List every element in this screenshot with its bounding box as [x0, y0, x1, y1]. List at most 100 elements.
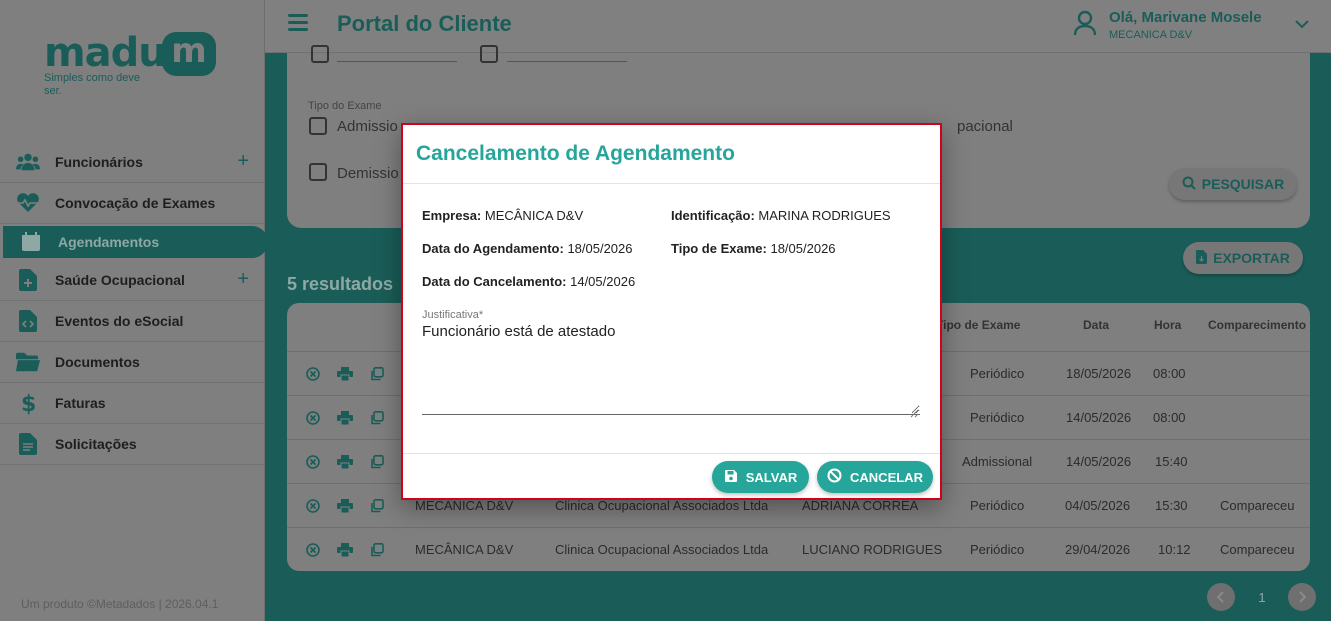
column-header: Tipo de Exame	[936, 318, 1021, 332]
cancel-button[interactable]: CANCELAR	[817, 461, 933, 493]
table-row[interactable]: MECÂNICA D&V Clinica Ocupacional Associa…	[287, 527, 1310, 571]
cancel-appointment-dialog: Cancelamento de Agendamento Empresa: MEC…	[401, 123, 942, 500]
search-icon	[1182, 176, 1196, 193]
menu-icon[interactable]	[288, 14, 308, 35]
copy-icon[interactable]	[367, 409, 386, 426]
cancel-button-label: CANCELAR	[850, 469, 923, 485]
divider	[403, 183, 940, 184]
cell-hora: 08:00	[1153, 366, 1186, 381]
print-icon[interactable]	[335, 541, 354, 558]
cell-comparecimento: Compareceu	[1220, 542, 1295, 557]
cell-tipo: Periódico	[970, 498, 1025, 513]
plus-icon[interactable]: +	[237, 150, 249, 173]
cell-funcionario: ADRIANA CORREA	[802, 498, 919, 513]
checkbox[interactable]	[311, 45, 329, 63]
date-field[interactable]	[507, 53, 627, 62]
cell-clinica: Clinica Ocupacional Associados Ltda	[555, 542, 769, 557]
logo[interactable]: madu m Simples como deve ser.	[44, 30, 216, 97]
print-icon[interactable]	[335, 453, 354, 470]
justification-label: Justificativa*	[422, 309, 484, 321]
export-button[interactable]: EXPORTAR	[1183, 242, 1303, 274]
column-header: Hora	[1154, 318, 1182, 332]
sidebar-item-documentos[interactable]: Documentos	[0, 342, 265, 383]
code-file-icon	[16, 310, 40, 332]
copy-icon[interactable]	[367, 453, 386, 470]
copy-icon[interactable]	[367, 365, 386, 382]
copy-icon[interactable]	[367, 541, 386, 558]
calendar-icon	[19, 231, 43, 253]
logo-tagline: Simples como deve ser.	[44, 72, 140, 97]
logo-word: madu	[44, 30, 167, 76]
resize-handle-icon[interactable]	[910, 405, 919, 423]
page-title: Portal do Cliente	[337, 11, 512, 36]
sidebar: madu m Simples como deve ser. Funcionári…	[0, 0, 268, 621]
sidebar-item-faturas[interactable]: $ Faturas	[0, 383, 265, 424]
pagination-next[interactable]	[1288, 583, 1316, 611]
print-icon[interactable]	[335, 409, 354, 426]
logo-badge: m	[162, 32, 216, 76]
save-icon	[724, 469, 738, 486]
pagination-page[interactable]: 1	[1247, 582, 1277, 612]
option-admissional: Admissio	[337, 118, 398, 135]
cancel-circle-icon[interactable]	[303, 365, 322, 382]
user-icon[interactable]	[1073, 10, 1097, 41]
medical-file-icon	[16, 269, 40, 291]
justification-textarea[interactable]: Funcionário está de atestado	[422, 323, 920, 415]
plus-icon[interactable]: +	[237, 268, 249, 291]
sidebar-item-label: Documentos	[55, 354, 140, 370]
dialog-title: Cancelamento de Agendamento	[416, 142, 735, 165]
chevron-down-icon[interactable]	[1295, 16, 1309, 34]
sidebar-nav: Funcionários + Convocação de Exames Agen…	[0, 142, 268, 465]
checkbox-demissional[interactable]	[309, 163, 327, 181]
cell-hora: 08:00	[1153, 410, 1186, 425]
cell-hora: 10:12	[1158, 542, 1191, 557]
user-greeting[interactable]: Olá, Marivane Mosele	[1109, 9, 1262, 26]
option-demissional: Demissio	[337, 165, 399, 182]
cell-comparecimento: Compareceu	[1220, 498, 1295, 513]
sidebar-item-funcionarios[interactable]: Funcionários +	[0, 142, 265, 183]
search-button[interactable]: PESQUISAR	[1169, 168, 1297, 200]
sidebar-item-solicitacoes[interactable]: Solicitações	[0, 424, 265, 465]
cell-tipo: Periódico	[970, 366, 1025, 381]
field-data-cancelamento: Data do Cancelamento: 14/05/2026	[422, 274, 636, 289]
cancel-circle-icon[interactable]	[303, 409, 322, 426]
column-header: Comparecimento	[1208, 318, 1307, 332]
print-icon[interactable]	[335, 497, 354, 514]
cancel-circle-icon[interactable]	[303, 453, 322, 470]
cell-tipo: Admissional	[962, 454, 1033, 469]
file-export-icon	[1196, 249, 1208, 267]
cancel-circle-icon[interactable]	[303, 541, 322, 558]
field-data-agendamento: Data do Agendamento: 18/05/2026	[422, 241, 633, 256]
results-count: 5 resultados	[287, 274, 394, 294]
sidebar-item-saude-ocupacional[interactable]: Saúde Ocupacional +	[0, 260, 265, 301]
cell-empresa: MECÂNICA D&V	[415, 542, 514, 557]
sidebar-item-label: Agendamentos	[58, 234, 160, 250]
cell-clinica: Clinica Ocupacional Associados Ltda	[555, 498, 769, 513]
users-icon	[16, 151, 40, 173]
date-field[interactable]	[337, 53, 457, 62]
document-icon	[16, 433, 40, 455]
exam-type-label: Tipo do Exame	[308, 100, 382, 112]
top-header: Portal do Cliente Olá, Marivane Mosele M…	[265, 0, 1331, 53]
sidebar-item-label: Eventos do eSocial	[55, 313, 184, 329]
copy-icon[interactable]	[367, 497, 386, 514]
checkbox[interactable]	[480, 45, 498, 63]
save-button[interactable]: SALVAR	[712, 461, 809, 493]
sidebar-item-label: Funcionários	[55, 154, 143, 170]
svg-text:$: $	[21, 392, 35, 415]
sidebar-item-label: Convocação de Exames	[55, 195, 216, 211]
pagination-prev[interactable]	[1207, 583, 1235, 611]
sidebar-item-esocial[interactable]: Eventos do eSocial	[0, 301, 265, 342]
cancel-circle-icon[interactable]	[303, 497, 322, 514]
sidebar-item-label: Saúde Ocupacional	[55, 272, 185, 288]
sidebar-item-convocacao[interactable]: Convocação de Exames	[0, 183, 265, 224]
cell-hora: 15:40	[1155, 454, 1188, 469]
sidebar-item-label: Faturas	[55, 395, 106, 411]
field-identificacao: Identificação: MARINA RODRIGUES	[671, 208, 891, 223]
option-ocupacional: pacional	[957, 118, 1013, 135]
print-icon[interactable]	[335, 365, 354, 382]
cell-data: 18/05/2026	[1066, 366, 1132, 381]
sidebar-item-agendamentos[interactable]: Agendamentos	[3, 226, 268, 258]
checkbox-admissional[interactable]	[309, 117, 327, 135]
footer-text: Um produto ©Metadados | 2026.04.1	[21, 597, 219, 611]
